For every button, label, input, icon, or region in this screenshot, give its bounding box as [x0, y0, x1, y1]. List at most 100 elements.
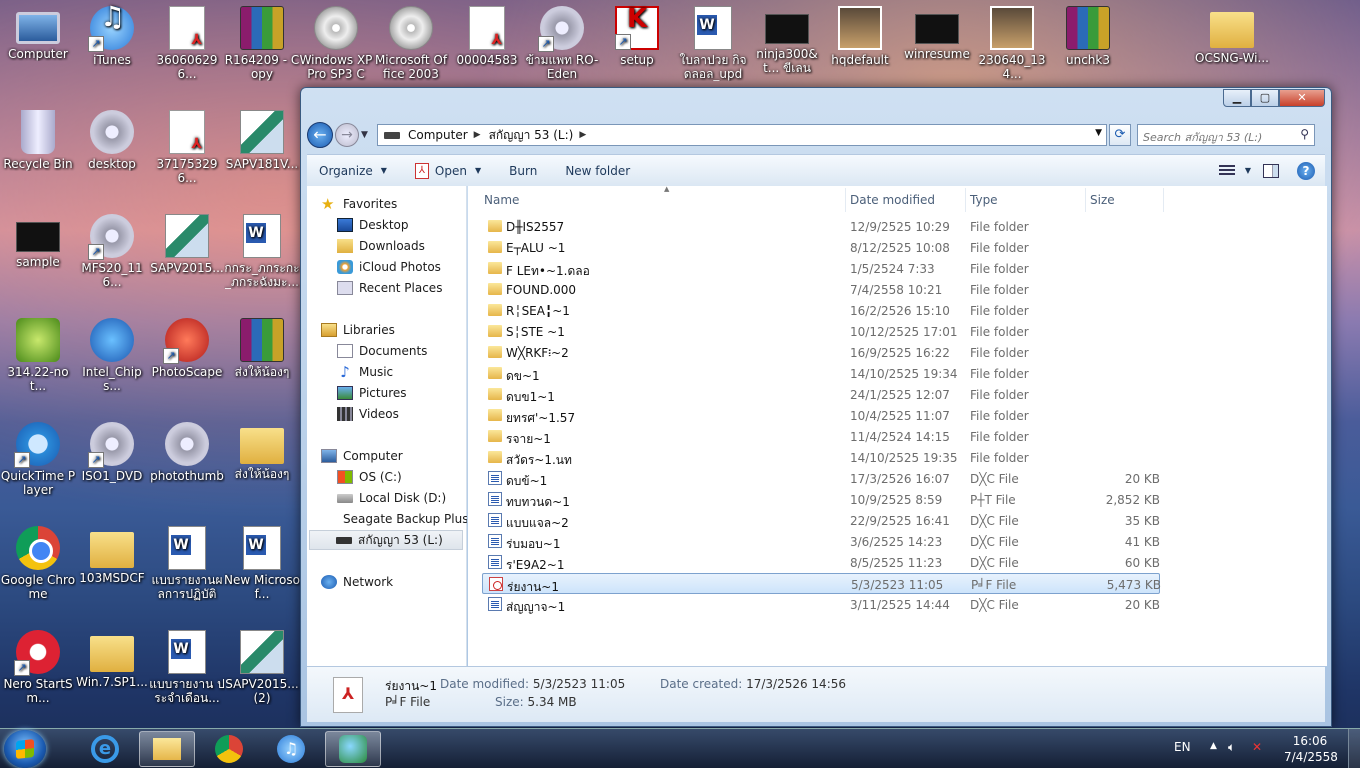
- network-status-icon[interactable]: ✕: [1252, 740, 1262, 754]
- refresh-button[interactable]: ⟳: [1109, 124, 1131, 146]
- desktop-icon-item[interactable]: 314.22-not...: [0, 318, 76, 393]
- file-row[interactable]: ร'E9A2~1 8/5/2525 11:23 D╳C File 60 KB: [482, 552, 1160, 573]
- file-row[interactable]: W╳RKF፧~2 16/9/2525 16:22 File folder: [482, 342, 1160, 363]
- file-row[interactable]: FOUND.000 7/4/2558 10:21 File folder: [482, 279, 1160, 300]
- desktop-icon-item[interactable]: winresume: [899, 6, 975, 61]
- organize-button[interactable]: Organize ▼: [307, 164, 401, 178]
- file-row[interactable]: ดข~1 14/10/2525 19:34 File folder: [482, 363, 1160, 384]
- nav-drive-l[interactable]: สกัญญา 53 (L:): [309, 530, 463, 550]
- show-desktop-button[interactable]: [1348, 729, 1360, 768]
- desktop-icon-item[interactable]: SAPV2015...: [149, 214, 225, 275]
- search-input[interactable]: Search สกัญญา 53 (L:) ⚲: [1137, 124, 1315, 146]
- desktop-icon-item[interactable]: MFS20_116...: [74, 214, 150, 289]
- desktop-icon-item[interactable]: แบบรายงานผลการปฏิบัติง...: [149, 526, 225, 601]
- address-dropdown-icon[interactable]: ▼: [1095, 128, 1102, 138]
- breadcrumb-separator-icon[interactable]: ▶: [474, 130, 481, 140]
- views-icon[interactable]: [1218, 164, 1235, 177]
- desktop-icon-item[interactable]: ISO1_DVD: [74, 422, 150, 483]
- breadcrumb-drive[interactable]: สกัญญา 53 (L:): [489, 126, 574, 145]
- desktop-icon-item[interactable]: desktop: [74, 110, 150, 171]
- recent-pages-dropdown[interactable]: ▼: [361, 130, 373, 140]
- file-row[interactable]: สวัดร~1.นท 14/10/2525 19:35 File folder: [482, 447, 1160, 468]
- desktop-icon-item[interactable]: Computer: [0, 6, 76, 61]
- views-dropdown-icon[interactable]: ▼: [1245, 166, 1251, 175]
- desktop-icon-item[interactable]: hqdefault: [822, 6, 898, 67]
- desktop-icon-item[interactable]: Windows XP Pro SP3 CD...: [298, 6, 374, 81]
- breadcrumb-separator-icon[interactable]: ▶: [579, 130, 586, 140]
- volume-icon[interactable]: 🔈︎: [1228, 740, 1235, 755]
- desktop-icon-item[interactable]: ninja300&t... ขีเลน: [749, 6, 825, 75]
- desktop-icon-item[interactable]: Google Chrome: [0, 526, 76, 601]
- file-row[interactable]: ร่ยงาน~1 5/3/2523 11:05 P╛F File 5,473 KB: [482, 573, 1161, 594]
- file-row[interactable]: ร่บมอบ~1 3/6/2525 14:23 D╳C File 41 KB: [482, 531, 1160, 552]
- column-type[interactable]: Type: [966, 188, 1086, 212]
- taskbar-itunes[interactable]: ♫: [263, 731, 319, 767]
- desktop-icon-item[interactable]: R164209 - Copy: [224, 6, 300, 81]
- desktop-icon-item[interactable]: Recycle Bin: [0, 110, 76, 171]
- desktop-icon-item[interactable]: PhotoScape: [149, 318, 225, 379]
- column-size[interactable]: Size: [1086, 188, 1164, 212]
- nav-computer[interactable]: Computer: [321, 446, 481, 466]
- file-row[interactable]: ยทรศ'~1.57 10/4/2525 11:07 File folder: [482, 405, 1160, 426]
- start-button[interactable]: [4, 730, 46, 768]
- taskbar-internet-explorer[interactable]: e: [77, 731, 133, 767]
- search-icon[interactable]: ⚲: [1300, 127, 1309, 141]
- desktop-icon-item[interactable]: SAPV2015... (2): [224, 630, 300, 705]
- clock-date[interactable]: 7/4/2558: [1284, 750, 1338, 764]
- desktop-icon-item[interactable]: Microsoft Office 2003: [373, 6, 449, 81]
- taskbar-chrome[interactable]: [201, 731, 257, 767]
- desktop-icon-item[interactable]: unchk3: [1050, 6, 1126, 67]
- desktop-icon-item[interactable]: OCSNG-Wi...: [1194, 6, 1270, 65]
- desktop-icon-item[interactable]: Nero StartSm...: [0, 630, 76, 705]
- desktop-icon-item[interactable]: photothumb: [149, 422, 225, 483]
- minimize-button[interactable]: ▁: [1223, 89, 1251, 107]
- burn-button[interactable]: Burn: [495, 164, 551, 178]
- taskbar-app[interactable]: [325, 731, 381, 767]
- file-row[interactable]: ส่ญญาจ~1 3/11/2525 14:44 D╳C File 20 KB: [482, 594, 1160, 615]
- desktop-icon-item[interactable]: ข้ามแพท RO-Eden: [524, 6, 600, 81]
- desktop-icon-item[interactable]: 103MSDCF: [74, 526, 150, 585]
- file-row[interactable]: ดบข1~1 24/1/2525 12:07 File folder: [482, 384, 1160, 405]
- desktop-icon-item[interactable]: 360606296...: [149, 6, 225, 81]
- back-button[interactable]: ←: [307, 122, 333, 148]
- desktop-icon-item[interactable]: SAPV181V...: [224, 110, 300, 171]
- desktop-icon-item[interactable]: QuickTime Player: [0, 422, 76, 497]
- file-row[interactable]: รจาย~1 11/4/2524 14:15 File folder: [482, 426, 1160, 447]
- desktop-icon-item[interactable]: ใบลาปวย กิจ ดลอล_upd: [675, 6, 751, 81]
- desktop-icon-item[interactable]: iTunes: [74, 6, 150, 67]
- file-row[interactable]: S╎STE ~1 10/12/2525 17:01 File folder: [482, 321, 1160, 342]
- nav-network[interactable]: Network: [321, 572, 481, 592]
- desktop-icon-item[interactable]: ส่งให้น้องๆ: [224, 318, 300, 379]
- desktop-icon-item[interactable]: New Microsof...: [224, 526, 300, 601]
- desktop-icon-item[interactable]: Win.7.SP1...: [74, 630, 150, 689]
- file-row[interactable]: F LEท•~1.ดลอ 1/5/2524 7:33 File folder: [482, 258, 1160, 279]
- open-button[interactable]: ⅄ Open ▼: [401, 162, 495, 179]
- file-row[interactable]: แบบแจล~2 22/9/2525 16:41 D╳C File 35 KB: [482, 510, 1160, 531]
- maximize-button[interactable]: ▢: [1251, 89, 1279, 107]
- column-name[interactable]: Name ▲: [478, 185, 846, 212]
- new-folder-button[interactable]: New folder: [551, 164, 644, 178]
- nav-favorites[interactable]: ★ Favorites: [321, 194, 481, 214]
- forward-button[interactable]: →: [335, 123, 359, 147]
- breadcrumb-computer[interactable]: Computer: [408, 128, 468, 142]
- desktop-icon-item[interactable]: กกระ_ภกระกะ_ภกระฉังมะ...: [224, 214, 300, 289]
- nav-libraries[interactable]: Libraries: [321, 320, 481, 340]
- show-hidden-icons[interactable]: ▲: [1210, 741, 1217, 751]
- desktop-icon-item[interactable]: setup: [599, 6, 675, 67]
- desktop-icon-item[interactable]: ส่งให้น้องๆ: [224, 422, 300, 481]
- taskbar-explorer[interactable]: [139, 731, 195, 767]
- address-bar[interactable]: Computer ▶ สกัญญา 53 (L:) ▶ ▼: [377, 124, 1107, 146]
- preview-pane-icon[interactable]: [1263, 163, 1279, 178]
- desktop-icon-item[interactable]: 00004583: [449, 6, 525, 67]
- file-row[interactable]: R╎SEA╏~1 16/2/2526 15:10 File folder: [482, 300, 1160, 321]
- desktop-icon-item[interactable]: 230640_134...: [974, 6, 1050, 81]
- column-date-modified[interactable]: Date modified: [846, 188, 966, 212]
- language-indicator[interactable]: EN: [1174, 740, 1191, 754]
- file-row[interactable]: D╫IS2557 12/9/2525 10:29 File folder: [482, 216, 1160, 237]
- desktop-icon-item[interactable]: 371753296...: [149, 110, 225, 185]
- clock-time[interactable]: 16:06: [1284, 734, 1336, 748]
- file-row[interactable]: ดบข้~1 17/3/2526 16:07 D╳C File 20 KB: [482, 468, 1160, 489]
- file-row[interactable]: E┬ALU ~1 8/12/2525 10:08 File folder: [482, 237, 1160, 258]
- desktop-icon-item[interactable]: sample: [0, 214, 76, 269]
- nav-seagate[interactable]: Seagate Backup Plus: [337, 509, 467, 529]
